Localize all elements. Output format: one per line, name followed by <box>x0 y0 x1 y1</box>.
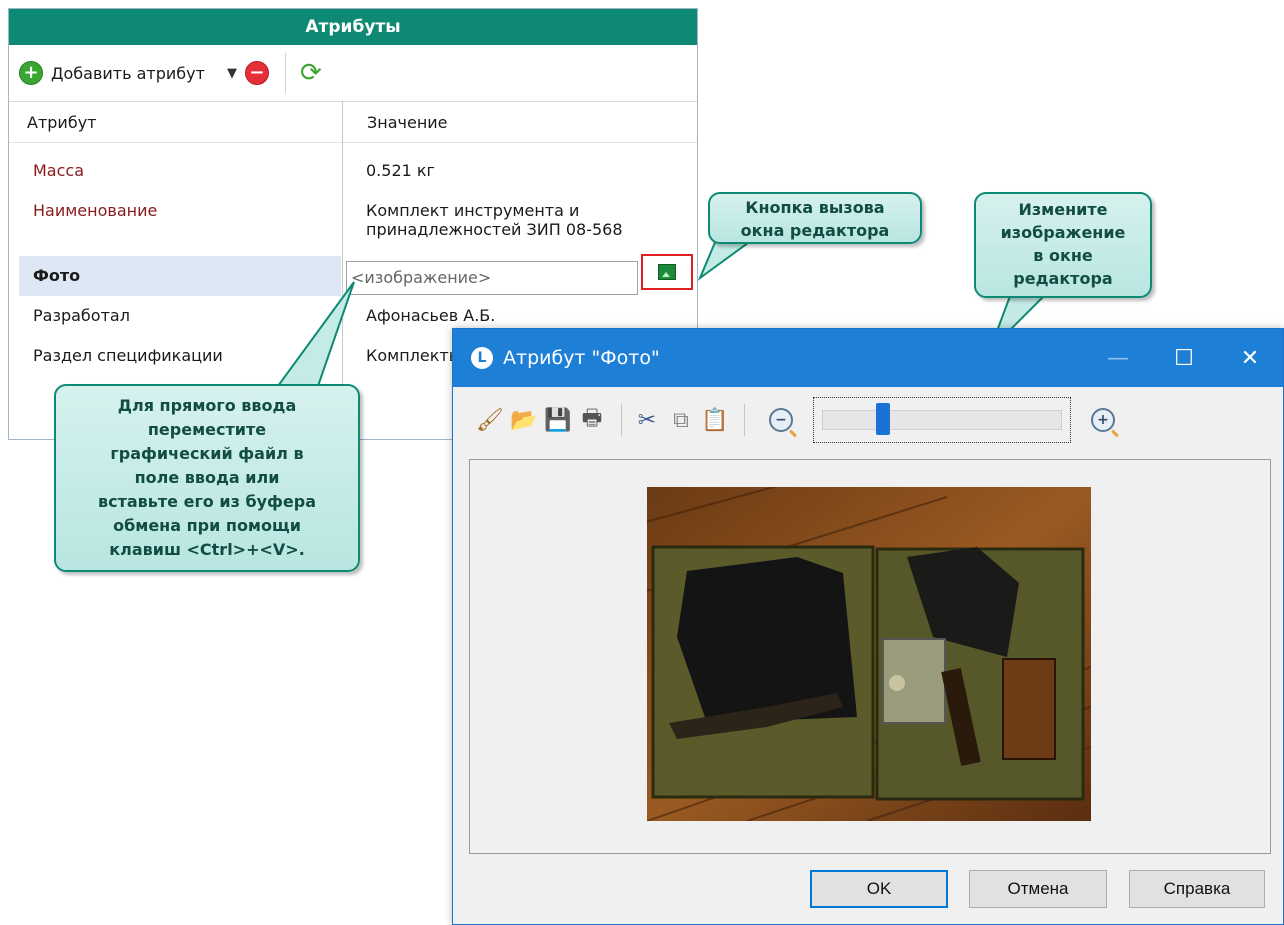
callout-line: окна редактора <box>740 221 890 240</box>
callout-editor-button: Кнопка вызова окна редактора <box>708 192 922 244</box>
toolkit-photo <box>647 487 1091 821</box>
panel-toolbar: + Добавить атрибут ▼ − ⟳ <box>9 45 697 102</box>
paste-icon[interactable]: 📋 <box>700 405 730 435</box>
table-row[interactable]: Наименование Комплект инструмента и прин… <box>9 201 697 239</box>
print-icon[interactable]: 🖶 <box>577 405 607 435</box>
callout-change-image: Измените изображение в окне редактора <box>974 192 1152 298</box>
minimize-icon[interactable]: — <box>1085 329 1151 387</box>
callout-line: графический файл в <box>110 444 304 463</box>
attribute-value-line: Комплект инструмента и <box>366 201 580 220</box>
add-attribute-label: Добавить атрибут <box>51 63 205 83</box>
attribute-name: Раздел спецификации <box>33 346 223 365</box>
clear-brush-icon[interactable]: 🖌 <box>475 405 505 435</box>
dialog-title: Атрибут "Фото" <box>503 347 660 369</box>
callout-line: вставьте его из буфера <box>97 492 317 511</box>
copy-icon[interactable]: ⧉ <box>666 405 696 435</box>
photo-editor-dialog: L Атрибут "Фото" — ☐ ✕ 🖌 📂 💾 🖶 ✂ ⧉ 📋 − + <box>452 328 1284 925</box>
remove-attribute-icon[interactable]: − <box>244 61 269 85</box>
toolbar-divider <box>621 404 622 436</box>
callout-line: Кнопка вызова <box>745 198 885 217</box>
refresh-icon[interactable]: ⟳ <box>300 60 322 86</box>
app-logo-icon: L <box>471 347 493 369</box>
picture-icon <box>658 264 676 280</box>
table-row[interactable]: Разработал Афонасьев А.Б. <box>9 306 697 325</box>
cut-icon[interactable]: ✂ <box>632 405 662 435</box>
zoom-slider-thumb[interactable] <box>875 403 890 435</box>
callout-line: поле ввода или <box>134 468 280 487</box>
zoom-in-icon[interactable]: + <box>1091 408 1115 432</box>
chevron-down-icon[interactable]: ▼ <box>227 66 237 81</box>
help-button[interactable]: Справка <box>1129 870 1265 908</box>
callout-line: переместите <box>147 420 267 439</box>
callout-line: Измените <box>1018 200 1108 219</box>
panel-title: Атрибуты <box>9 9 697 45</box>
open-folder-icon[interactable]: 📂 <box>509 405 539 435</box>
callout-line: Для прямого ввода <box>117 396 297 415</box>
zoom-slider-track[interactable] <box>822 403 1062 435</box>
column-header-attribute[interactable]: Атрибут <box>9 113 342 132</box>
image-input-field[interactable]: <изображение> <box>346 261 638 295</box>
toolbar-divider <box>284 53 286 93</box>
add-attribute-button[interactable]: + Добавить атрибут <box>19 61 205 85</box>
add-icon: + <box>19 61 43 85</box>
close-icon[interactable]: ✕ <box>1217 329 1283 387</box>
zoom-slider[interactable] <box>813 397 1071 443</box>
attribute-value: 0.521 кг <box>366 161 435 180</box>
callout-line: в окне <box>1033 246 1093 265</box>
window-controls: — ☐ ✕ <box>1085 329 1283 387</box>
table-row[interactable]: Масса 0.521 кг <box>9 161 697 180</box>
save-icon[interactable]: 💾 <box>543 405 573 435</box>
attribute-value: Афонасьев А.Б. <box>366 306 496 325</box>
maximize-icon[interactable]: ☐ <box>1151 329 1217 387</box>
attribute-name: Фото <box>33 266 81 285</box>
ok-button[interactable]: OK <box>810 870 948 908</box>
editor-toolbar: 🖌 📂 💾 🖶 ✂ ⧉ 📋 − + <box>453 387 1283 453</box>
cancel-button[interactable]: Отмена <box>969 870 1107 908</box>
callout-line: редактора <box>1013 269 1113 288</box>
dialog-titlebar[interactable]: L Атрибут "Фото" — ☐ ✕ <box>453 329 1283 387</box>
attribute-value-line: принадлежностей ЗИП 08-568 <box>366 220 623 239</box>
attribute-value: Комплект инструмента и принадлежностей З… <box>342 201 697 239</box>
toolbar-divider <box>744 404 745 436</box>
attribute-name: Масса <box>33 161 85 180</box>
column-header-value[interactable]: Значение <box>342 102 697 142</box>
callout-direct-input: Для прямого ввода переместите графически… <box>54 384 360 572</box>
callout-line: изображение <box>1000 223 1126 242</box>
zoom-out-icon[interactable]: − <box>769 408 793 432</box>
attribute-name: Разработал <box>33 306 130 325</box>
callout-line: клавиш <Ctrl>+<V>. <box>109 540 305 559</box>
attribute-name: Наименование <box>33 201 158 220</box>
image-canvas[interactable] <box>469 459 1271 854</box>
open-editor-button[interactable] <box>641 254 693 290</box>
grid-header: Атрибут Значение <box>9 102 697 143</box>
callout-line: обмена при помощи <box>113 516 301 535</box>
